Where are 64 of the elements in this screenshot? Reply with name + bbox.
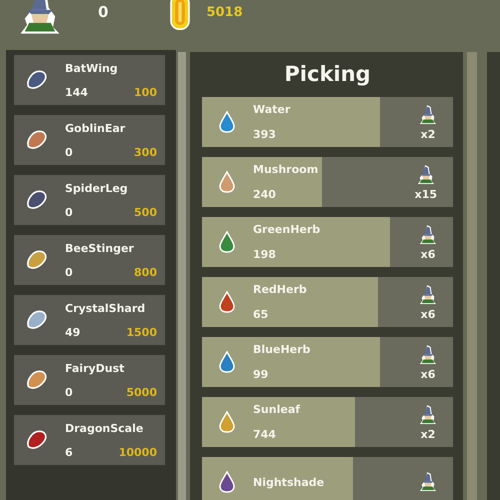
wizard-icon	[419, 223, 437, 247]
resource-row[interactable]: Water 393 x2	[202, 97, 453, 147]
resource-name: Mushroom	[253, 163, 320, 176]
resource-row[interactable]: BlueHerb 99 x6	[202, 337, 453, 387]
item-card[interactable]: BeeStinger 0 800	[14, 235, 165, 285]
item-card[interactable]: CrystalShard 49 1500	[14, 295, 165, 345]
resource-amount: 744	[253, 428, 277, 441]
item-card[interactable]: FairyDust 0 5000	[14, 355, 165, 405]
item-card[interactable]: SpiderLeg 0 500	[14, 175, 165, 225]
worker-count: x2	[420, 428, 436, 441]
worker-count: x6	[420, 368, 436, 381]
item-price: 500	[134, 206, 157, 218]
resource-amount: 65	[253, 308, 270, 321]
coin-count: 5018	[206, 4, 243, 20]
resource-name: Sunleaf	[253, 403, 302, 416]
item-owned: 0	[65, 266, 73, 278]
item-name: FairyDust	[65, 362, 126, 374]
wizard-icon	[419, 343, 437, 367]
resource-amount: 240	[253, 188, 277, 201]
item-name: GoblinEar	[65, 122, 126, 134]
resource-row[interactable]: Mushroom 240 x15	[202, 157, 453, 207]
resource-name: RedHerb	[253, 283, 308, 296]
wizard-icon	[419, 283, 437, 307]
item-name: BatWing	[65, 62, 119, 74]
item-owned: 0	[65, 146, 73, 158]
item-card[interactable]: GoblinEar 0 300	[14, 115, 165, 165]
item-owned: 144	[65, 86, 88, 98]
resource-name: GreenHerb	[253, 223, 322, 236]
resource-amount: 198	[253, 248, 277, 261]
item-price: 1500	[126, 326, 157, 338]
item-name: DragonScale	[65, 422, 144, 434]
wizard-icon	[419, 103, 437, 127]
item-name: BeeStinger	[65, 242, 135, 254]
resource-name: BlueHerb	[253, 343, 312, 356]
resource-row[interactable]: RedHerb 65 x6	[202, 277, 453, 327]
item-owned: 6	[65, 446, 73, 458]
item-name: SpiderLeg	[65, 182, 129, 194]
worker-count: x15	[414, 188, 437, 201]
resource-amount: 393	[253, 128, 277, 141]
item-owned: 49	[65, 326, 80, 338]
resource-amount: 99	[253, 368, 270, 381]
wizard-icon	[419, 403, 437, 427]
worker-count: x2	[420, 128, 436, 141]
item-price: 800	[134, 266, 157, 278]
item-name: CrystalShard	[65, 302, 146, 314]
item-card[interactable]: BatWing 144 100	[14, 55, 165, 105]
wizard-icon	[419, 470, 437, 494]
item-owned: 0	[65, 206, 73, 218]
wizard-count: 0	[98, 3, 108, 21]
item-card[interactable]: DragonScale 6 10000	[14, 415, 165, 465]
resource-name: Water	[253, 103, 292, 116]
resource-name: Nightshade	[253, 476, 326, 488]
item-price: 5000	[126, 386, 157, 398]
worker-count: x6	[420, 248, 436, 261]
worker-count: x6	[420, 308, 436, 321]
item-price: 10000	[118, 446, 157, 458]
item-owned: 0	[65, 386, 73, 398]
item-price: 100	[134, 86, 157, 98]
wizard-icon	[416, 163, 435, 187]
resource-row[interactable]: GreenHerb 198 x6	[202, 217, 453, 267]
item-price: 300	[134, 146, 157, 158]
resource-row[interactable]: Sunleaf 744 x2	[202, 397, 453, 447]
coin-icon	[170, 0, 190, 30]
panel-title: Picking	[283, 62, 372, 87]
